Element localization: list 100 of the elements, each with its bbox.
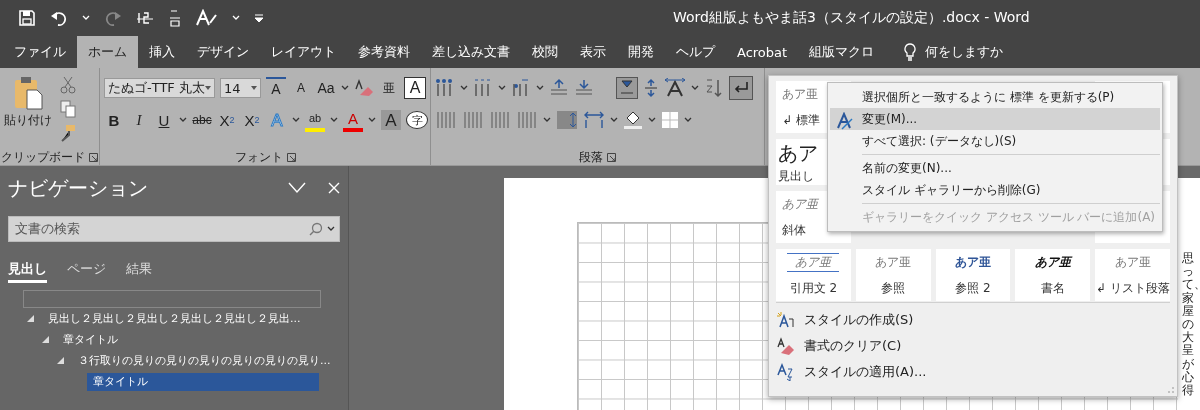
character-border-button[interactable]: A — [404, 77, 426, 99]
ribbon-tab[interactable]: Acrobat — [726, 36, 799, 68]
multilevel-list-icon[interactable] — [511, 78, 531, 98]
style-preview: あア亜 — [787, 253, 840, 272]
bold-button[interactable]: B — [104, 110, 124, 130]
ruby-button[interactable]: 亜 — [379, 78, 399, 98]
caret-icon[interactable] — [498, 85, 506, 91]
caret-icon[interactable] — [292, 117, 300, 123]
paragraph-mark-icon[interactable] — [729, 76, 753, 100]
ribbon-tab[interactable]: ホーム — [77, 36, 138, 68]
italic-button[interactable]: I — [129, 110, 149, 130]
style-tile[interactable]: あア亜 参照 — [855, 249, 931, 301]
style-name: 参照 2 — [955, 279, 991, 297]
copy-icon[interactable] — [60, 100, 76, 118]
expanded-arrow-icon[interactable] — [27, 315, 34, 322]
font-name-field[interactable]: たぬゴ-TTF 丸太 — [104, 78, 215, 98]
dropdown-caret-icon[interactable] — [204, 86, 211, 90]
character-shading-button[interactable]: A — [381, 110, 401, 130]
save-icon[interactable] — [18, 9, 36, 27]
ribbon-tab[interactable]: 組版マクロ — [798, 36, 886, 68]
heading-item[interactable]: 見出し２見出し２見出し２見出し２見出し２見出… — [42, 309, 307, 328]
width-arrows-icon[interactable] — [583, 110, 605, 130]
expanded-arrow-icon[interactable] — [57, 357, 64, 364]
caret-icon[interactable] — [330, 117, 338, 123]
clear-formatting-icon[interactable] — [354, 79, 374, 97]
font-size-field[interactable]: 14 — [219, 78, 261, 98]
format-painter-icon[interactable] — [60, 124, 76, 142]
close-icon[interactable] — [328, 182, 340, 194]
style-tile[interactable]: あア亜 ↲ リスト段落 — [1095, 249, 1170, 301]
highlight-button[interactable]: ab — [305, 108, 325, 132]
caret-icon[interactable] — [543, 117, 551, 123]
text-direction-icon[interactable] — [616, 77, 638, 99]
ribbon-tab[interactable]: デザイン — [186, 36, 260, 68]
pane-tab[interactable]: 結果 — [126, 260, 152, 283]
ribbon-tab[interactable]: 校閲 — [521, 36, 569, 68]
ribbon-tab[interactable]: 差し込み文書 — [421, 36, 521, 68]
heading-item[interactable]: ３行取りの見りの見りの見りの見りの見りの見り… — [72, 351, 337, 370]
pane-tab[interactable]: ページ — [67, 260, 106, 283]
change-case-button[interactable]: Aa — [316, 78, 336, 98]
shading-icon[interactable] — [623, 110, 643, 130]
dropdown-caret-icon[interactable] — [251, 86, 257, 90]
caret-icon[interactable] — [691, 85, 699, 91]
style-name: 見出し — [778, 167, 814, 185]
line-spacing-icon[interactable] — [643, 78, 659, 98]
pane-tab[interactable]: 見出し — [8, 260, 47, 283]
gallery-menu-item[interactable]: スタイルの適用(A)... — [776, 361, 1170, 383]
line-height-icon[interactable] — [556, 110, 578, 130]
ribbon-tab[interactable]: 参考資料 — [347, 36, 421, 68]
gallery-menu-item[interactable]: スタイルの作成(S) — [776, 309, 1170, 331]
cut-icon[interactable] — [60, 76, 76, 94]
character-spacing-icon[interactable] — [664, 78, 686, 98]
caret-icon[interactable] — [610, 117, 618, 123]
increase-indent-icon[interactable] — [574, 78, 594, 98]
ribbon-tab[interactable]: ファイル — [3, 36, 77, 68]
group-label: フォント — [234, 148, 283, 166]
font-style-icon[interactable] — [196, 9, 218, 27]
heading-item[interactable]: 章タイトル — [87, 372, 319, 391]
ribbon-tab[interactable]: ヘルプ — [665, 36, 726, 68]
dialog-launcher-icon[interactable] — [286, 152, 296, 162]
tell-me-field[interactable]: 何をしますか — [925, 43, 1004, 61]
dialog-launcher-icon[interactable] — [89, 152, 98, 162]
grow-font-button[interactable]: A — [266, 77, 286, 99]
caret-icon[interactable] — [460, 85, 468, 91]
style-tile[interactable]: あア亜 書名 — [1015, 249, 1091, 301]
shrink-font-button[interactable]: A — [291, 78, 311, 98]
underline-button[interactable]: U — [154, 110, 174, 130]
style-tile[interactable]: あア亜 引用文 2 — [776, 249, 851, 301]
gallery-menu-item[interactable]: 書式のクリア(C) — [776, 335, 1170, 357]
caret-icon[interactable] — [648, 117, 656, 123]
decrease-indent-icon[interactable] — [549, 78, 569, 98]
style-tile[interactable]: あア亜 参照 2 — [935, 249, 1011, 301]
style-preview: あア亜 — [1034, 253, 1071, 271]
sort-icon[interactable] — [704, 78, 724, 98]
customize-icon[interactable] — [254, 14, 264, 22]
ribbon-tab[interactable]: レイアウト — [260, 36, 347, 68]
menu-item[interactable]: 変更(M)... — [830, 108, 1160, 130]
caret-icon[interactable] — [536, 85, 544, 91]
resize-grip-icon[interactable] — [1168, 387, 1174, 393]
chevron-down-icon[interactable] — [288, 182, 306, 194]
redo-icon[interactable] — [104, 9, 122, 27]
caret-icon[interactable] — [341, 85, 349, 91]
ribbon-tab[interactable]: 開発 — [617, 36, 665, 68]
caret-icon[interactable] — [684, 117, 692, 123]
bullets-icon[interactable] — [435, 78, 455, 98]
search-field[interactable]: 文書の検索 — [8, 216, 340, 242]
font-button[interactable]: X$^{2}$ — [242, 110, 262, 130]
lightbulb-icon[interactable] — [903, 42, 918, 62]
strikethrough-button[interactable]: abc — [192, 110, 212, 130]
undo-icon[interactable] — [50, 9, 68, 27]
ribbon-tab[interactable]: 表示 — [569, 36, 617, 68]
enclose-characters-button[interactable]: 字 — [406, 111, 428, 129]
caret-icon[interactable] — [179, 117, 187, 123]
expanded-arrow-icon[interactable] — [42, 336, 49, 343]
dialog-launcher-icon[interactable] — [607, 152, 616, 162]
paste-button[interactable]: 貼り付け — [2, 74, 54, 149]
ribbon-tab[interactable]: 挿入 — [138, 36, 186, 68]
heading-item[interactable]: 章タイトル — [57, 330, 124, 349]
caret-icon[interactable] — [368, 117, 376, 123]
caret-icon[interactable] — [327, 226, 335, 232]
numbering-list-icon[interactable] — [473, 78, 493, 98]
